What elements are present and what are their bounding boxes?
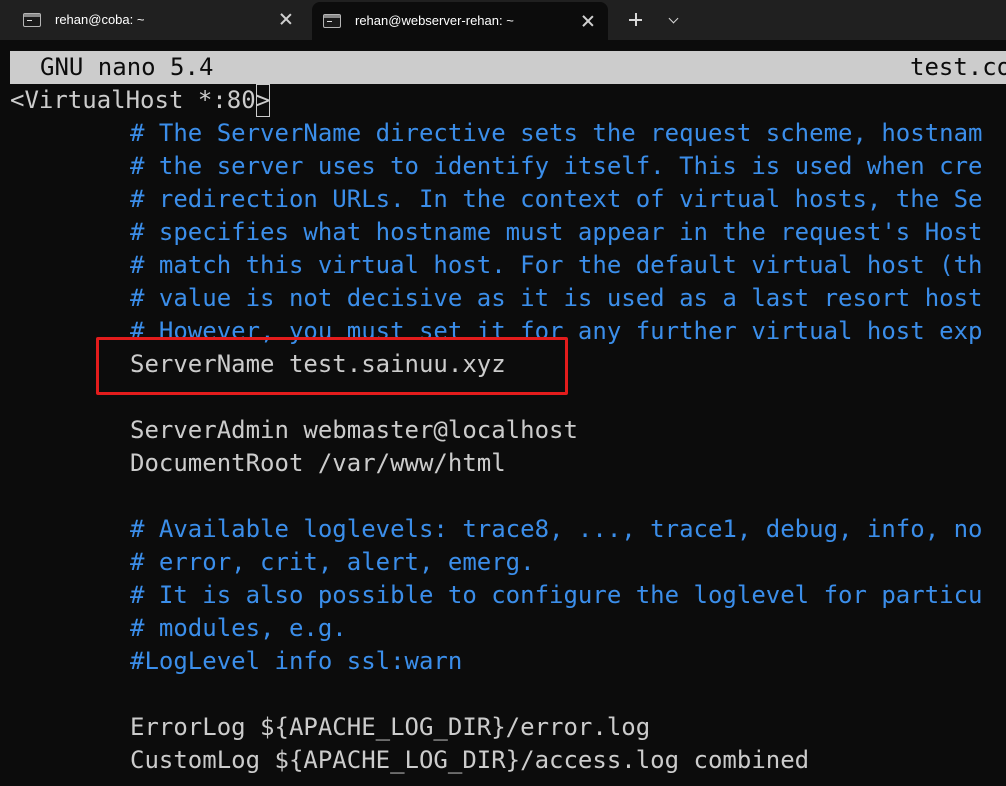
nano-title-bar: GNU nano 5.4 test.co [10, 51, 1006, 84]
config-text: ErrorLog ${APACHE_LOG_DIR}/error.log [130, 713, 651, 741]
comment-text: # modules, e.g. [130, 614, 347, 642]
editor-line: ErrorLog ${APACHE_LOG_DIR}/error.log [10, 711, 1006, 744]
terminal-icon [23, 13, 41, 27]
comment-text: # value is not decisive as it is used as… [130, 284, 983, 312]
close-icon[interactable] [580, 13, 596, 29]
highlight-box-servername [96, 337, 568, 395]
editor-buffer[interactable]: <VirtualHost *:80> # The ServerName direc… [10, 84, 1006, 777]
tab-title: rehan@webserver-rehan: ~ [355, 13, 514, 28]
config-text: DocumentRoot /var/www/html [130, 449, 506, 477]
comment-text: # the server uses to identify itself. Th… [130, 152, 983, 180]
nano-app-title: GNU nano 5.4 [40, 53, 214, 81]
editor-line: # Available loglevels: trace8, ..., trac… [10, 513, 1006, 546]
editor-line: # match this virtual host. For the defau… [10, 249, 1006, 282]
tab-title: rehan@coba: ~ [55, 12, 145, 27]
comment-text: # It is also possible to configure the l… [130, 581, 983, 609]
comment-text: # error, crit, alert, emerg. [130, 548, 535, 576]
terminal-icon [323, 14, 341, 28]
comment-text: # match this virtual host. For the defau… [130, 251, 983, 279]
editor-line: # value is not decisive as it is used as… [10, 282, 1006, 315]
chevron-down-icon[interactable] [664, 12, 684, 28]
config-text: CustomLog ${APACHE_LOG_DIR}/access.log c… [130, 746, 810, 774]
plus-icon[interactable] [624, 10, 648, 30]
text-cursor [256, 84, 270, 117]
editor-line: ServerAdmin webmaster@localhost [10, 414, 1006, 447]
config-text: ServerAdmin webmaster@localhost [130, 416, 578, 444]
editor-line: # modules, e.g. [10, 612, 1006, 645]
editor-line: #LogLevel info ssl:warn [10, 645, 1006, 678]
close-icon[interactable] [278, 11, 294, 27]
comment-text: # The ServerName directive sets the requ… [130, 119, 983, 147]
editor-line: # error, crit, alert, emerg. [10, 546, 1006, 579]
editor-line: # The ServerName directive sets the requ… [10, 117, 1006, 150]
comment-text: # specifies what hostname must appear in… [130, 218, 983, 246]
comment-text: # redirection URLs. In the context of vi… [130, 185, 983, 213]
editor-line: # redirection URLs. In the context of vi… [10, 183, 1006, 216]
editor-line: # specifies what hostname must appear in… [10, 216, 1006, 249]
tab-bar: rehan@coba: ~ rehan@webserver-rehan: ~ [0, 0, 1006, 40]
terminal-window[interactable]: GNU nano 5.4 test.co <VirtualHost *:80> #… [0, 40, 1006, 786]
comment-text: #LogLevel info ssl:warn [130, 647, 463, 675]
editor-line: CustomLog ${APACHE_LOG_DIR}/access.log c… [10, 744, 1006, 777]
config-text: <VirtualHost *:80> [10, 86, 271, 114]
editor-line: # It is also possible to configure the l… [10, 579, 1006, 612]
editor-line: DocumentRoot /var/www/html [10, 447, 1006, 480]
tab-rehan-coba[interactable]: rehan@coba: ~ [8, 0, 306, 40]
editor-line: <VirtualHost *:80> [10, 84, 1006, 117]
nano-file-name: test.co [910, 53, 1006, 81]
editor-line: # the server uses to identify itself. Th… [10, 150, 1006, 183]
tab-rehan-webserver[interactable]: rehan@webserver-rehan: ~ [312, 2, 608, 40]
comment-text: # Available loglevels: trace8, ..., trac… [130, 515, 983, 543]
